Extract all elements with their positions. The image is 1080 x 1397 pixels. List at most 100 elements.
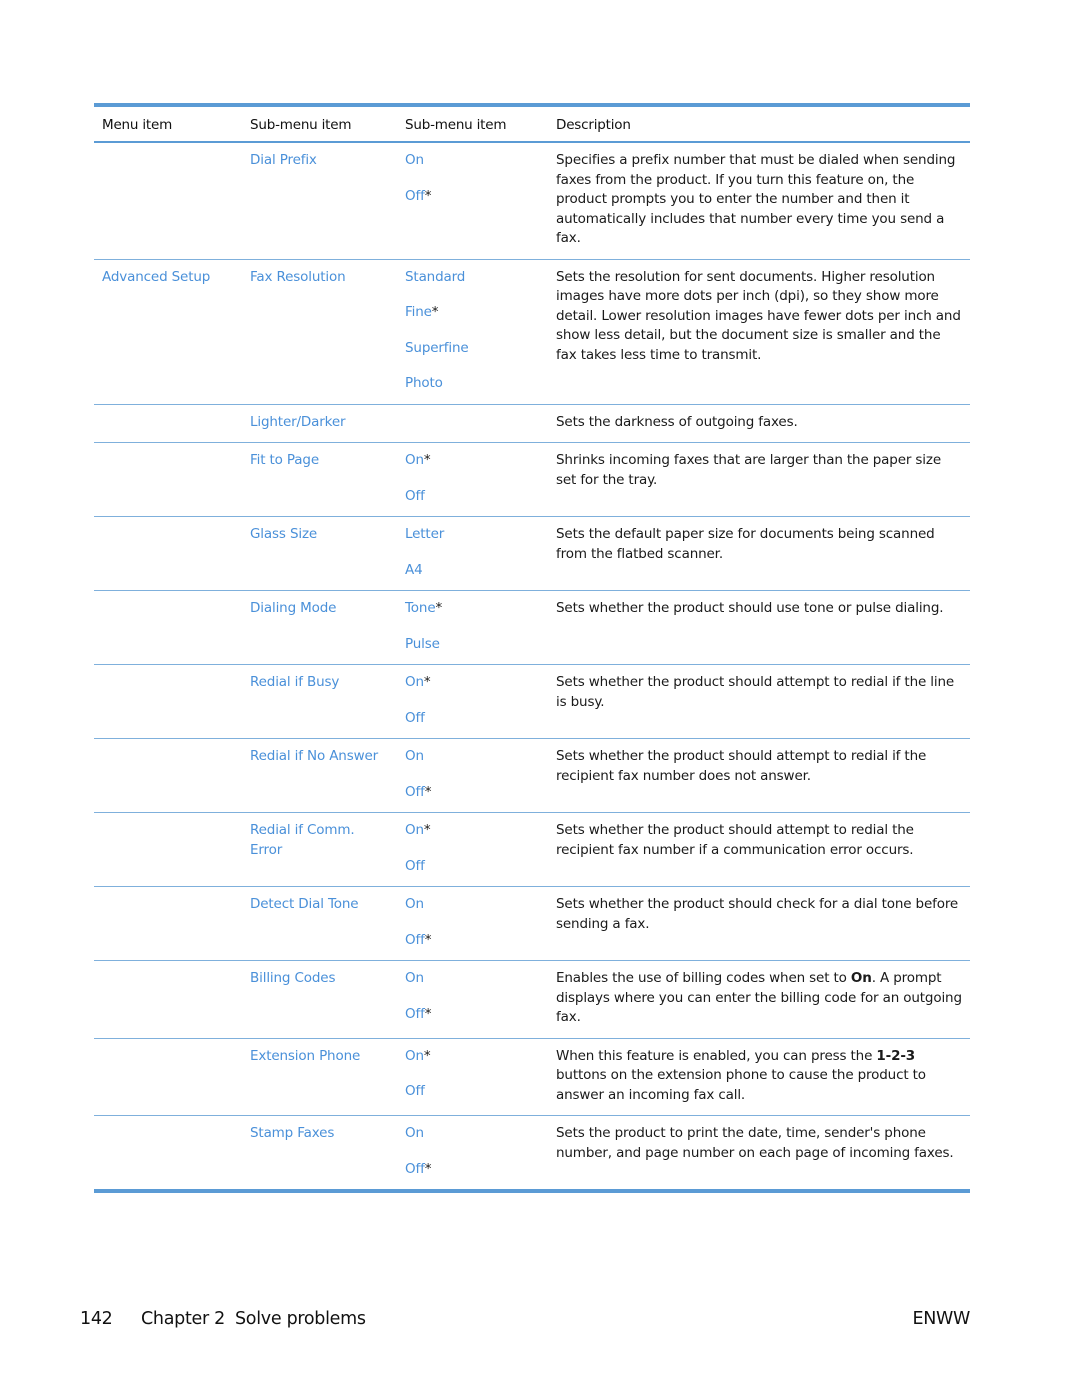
table-header-row: Menu item Sub-menu item Sub-menu item De… (94, 107, 970, 143)
table-row: Dial Prefix On Off* Specifies a prefix numb… (94, 142, 970, 260)
table-row: Glass Size Letter A4 Sets the default paper… (94, 516, 970, 591)
description-text: Shrinks incoming faxes that are larger t… (556, 452, 941, 488)
option-item[interactable]: Off* (405, 931, 540, 951)
submenu-item-link[interactable]: Extension Phone (250, 1048, 360, 1064)
submenu-item-link[interactable]: Redial if Comm. Error (250, 822, 355, 858)
submenu-item-link[interactable]: Dial Prefix (250, 152, 317, 168)
option-label: Off (405, 1160, 425, 1177)
default-marker: * (424, 783, 432, 800)
option-item[interactable]: On* (405, 1047, 540, 1067)
description-cell: Sets whether the product should attempt … (548, 812, 970, 887)
menu-item-cell (94, 886, 242, 961)
option-label: Off (405, 709, 425, 726)
option-label: On (405, 674, 424, 690)
option-item[interactable]: On (405, 895, 540, 915)
option-label: Off (405, 487, 425, 504)
default-marker: * (431, 304, 439, 320)
submenu-item-link[interactable]: Dialing Mode (250, 600, 336, 616)
default-marker: * (424, 1160, 432, 1177)
option-item[interactable]: On* (405, 821, 540, 841)
option-label: On (405, 822, 424, 838)
menu-item-cell (94, 142, 242, 260)
submenu-item-link[interactable]: Redial if Busy (250, 674, 339, 690)
option-item[interactable]: A4 (405, 561, 540, 581)
menu-item-cell (94, 960, 242, 1039)
submenu-item-link[interactable]: Detect Dial Tone (250, 896, 359, 912)
option-item[interactable]: Superfine (405, 339, 540, 359)
table-row: Fit to Page On* Off Shrinks incoming faxes … (94, 442, 970, 517)
option-item[interactable]: On* (405, 673, 540, 693)
option-item[interactable]: On (405, 969, 540, 989)
menu-item-link[interactable]: Advanced Setup (102, 269, 210, 285)
default-marker: * (435, 600, 443, 616)
submenu-item-cell: Fit to Page (242, 442, 397, 517)
option-label: Fine (405, 304, 432, 320)
menu-item-cell (94, 404, 242, 443)
submenu-item-link[interactable]: Fax Resolution (250, 269, 346, 285)
option-item[interactable]: Pulse (405, 635, 540, 655)
option-item[interactable]: Off (405, 1082, 540, 1102)
table-row: Dialing Mode Tone* Pulse Sets whether the p… (94, 590, 970, 665)
option-label: On (405, 452, 424, 468)
option-item[interactable]: Off* (405, 783, 540, 803)
submenu-item-cell: Fax Resolution (242, 259, 397, 405)
option-item[interactable]: Off* (405, 187, 540, 207)
option-label: Tone (405, 600, 436, 616)
option-cell: On Off* (397, 1116, 548, 1190)
default-marker: * (423, 452, 431, 468)
menu-item-cell (94, 664, 242, 739)
option-item[interactable]: On (405, 1124, 540, 1144)
option-item[interactable]: Letter (405, 525, 540, 545)
submenu-item-link[interactable]: Fit to Page (250, 452, 319, 468)
menu-item-cell (94, 516, 242, 591)
header-menu-item: Menu item (94, 107, 242, 143)
table-row: Redial if Busy On* Off Sets whether the pro… (94, 664, 970, 739)
option-item[interactable]: Off* (405, 1005, 540, 1025)
submenu-item-cell: Redial if No Answer (242, 738, 397, 813)
option-item[interactable]: On (405, 747, 540, 767)
option-label: Off (405, 1005, 425, 1022)
option-label: Off (405, 783, 425, 800)
default-marker: * (423, 674, 431, 690)
option-item[interactable]: Off (405, 857, 540, 877)
option-item[interactable]: On (405, 151, 540, 171)
option-cell: Tone* Pulse (397, 590, 548, 665)
submenu-item-cell: Stamp Faxes (242, 1116, 397, 1190)
description-text: Sets whether the product should check fo… (556, 896, 959, 932)
submenu-item-link[interactable]: Glass Size (250, 526, 317, 542)
chapter-label: Chapter 2 (141, 1309, 225, 1329)
option-cell: On* Off (397, 1038, 548, 1116)
option-cell: On* Off (397, 442, 548, 517)
option-item[interactable]: Off (405, 709, 540, 729)
description-cell: Sets whether the product should use tone… (548, 590, 970, 665)
option-item[interactable]: On* (405, 451, 540, 471)
option-item[interactable]: Tone* (405, 599, 540, 619)
description-text: Specifies a prefix number that must be d… (556, 152, 956, 246)
option-label: Off (405, 1083, 425, 1099)
description-cell: Sets the darkness of outgoing faxes. (548, 404, 970, 443)
option-item[interactable]: Photo (405, 374, 540, 394)
description-cell: Sets whether the product should attempt … (548, 738, 970, 813)
table-row: Advanced Setup Fax Resolution Standard Fine… (94, 259, 970, 405)
option-label: Off (405, 187, 425, 204)
option-item[interactable]: Off* (405, 1160, 540, 1180)
description-cell: Sets whether the product should attempt … (548, 664, 970, 739)
description-text: Sets whether the product should attempt … (556, 822, 914, 858)
option-label: Superfine (405, 339, 469, 356)
option-label: On (405, 970, 424, 986)
menu-item-cell (94, 738, 242, 813)
submenu-item-link[interactable]: Redial if No Answer (250, 748, 378, 764)
option-item[interactable]: Standard (405, 268, 540, 288)
option-label: Photo (405, 375, 443, 391)
option-cell (397, 404, 548, 443)
description-cell: Sets whether the product should check fo… (548, 886, 970, 961)
option-item[interactable]: Off (405, 487, 540, 507)
submenu-item-link[interactable]: Lighter/Darker (250, 414, 346, 430)
description-cell: When this feature is enabled, you can pr… (548, 1038, 970, 1116)
table-row: Detect Dial Tone On Off* Sets whether the p… (94, 886, 970, 961)
option-item[interactable]: Fine* (405, 303, 540, 323)
submenu-item-link[interactable]: Billing Codes (250, 970, 335, 986)
header-submenu-item-2: Sub-menu item (397, 107, 548, 143)
submenu-item-link[interactable]: Stamp Faxes (250, 1125, 334, 1141)
description-cell: Sets the product to print the date, time… (548, 1116, 970, 1190)
